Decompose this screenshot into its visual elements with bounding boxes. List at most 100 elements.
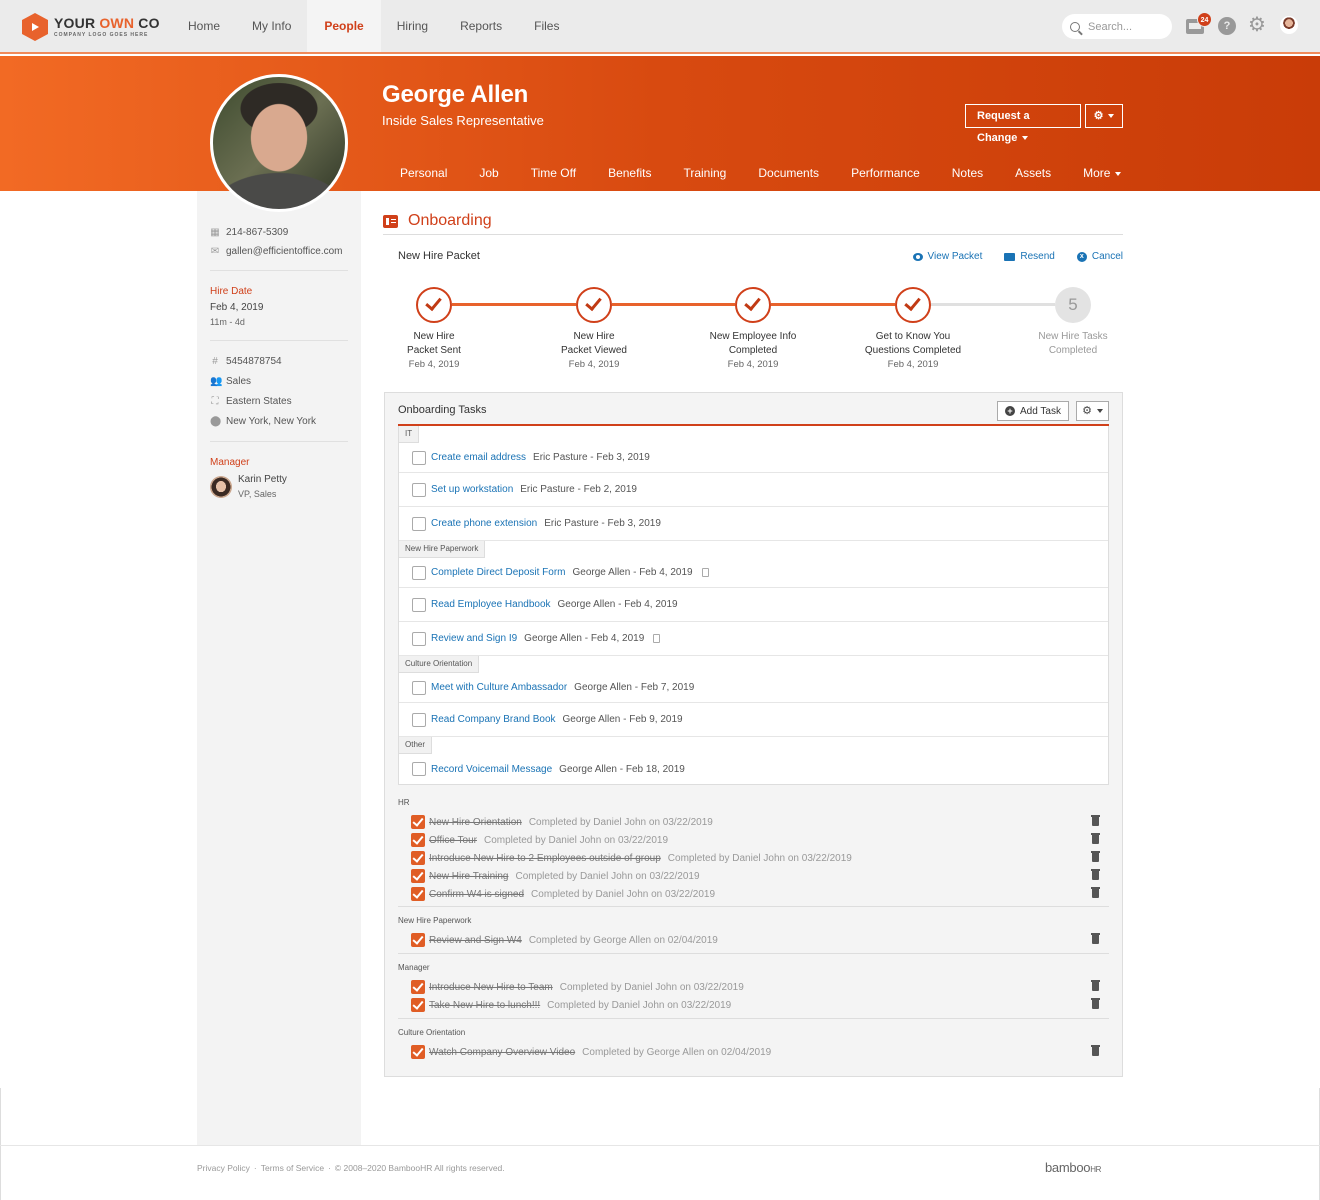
search-box[interactable] bbox=[1062, 14, 1172, 39]
chevron-down-icon bbox=[1108, 114, 1115, 119]
email-address[interactable]: gallen@efficientoffice.com bbox=[226, 246, 343, 257]
step-date: Feb 4, 2019 bbox=[887, 359, 939, 370]
company-logo[interactable]: YOUR OWN CO COMPANY LOGO GOES HERE bbox=[22, 13, 160, 41]
trash-icon[interactable] bbox=[1091, 833, 1100, 844]
checked-checkbox[interactable] bbox=[411, 980, 425, 994]
task-checkbox[interactable] bbox=[412, 680, 426, 695]
checked-checkbox[interactable] bbox=[411, 851, 425, 865]
nav-link-people[interactable]: People bbox=[307, 0, 381, 52]
task-checkbox[interactable] bbox=[412, 597, 426, 612]
trash-icon[interactable] bbox=[1091, 869, 1100, 880]
trash-icon[interactable] bbox=[1091, 933, 1100, 944]
request-change-button[interactable]: Request a Change bbox=[965, 104, 1081, 144]
completed-task-row: Confirm W4 is signed Completed by Daniel … bbox=[398, 885, 1109, 903]
tasks-settings-button[interactable]: ⚙ bbox=[1076, 401, 1109, 421]
task-link[interactable]: Meet with Culture Ambassador bbox=[431, 682, 567, 693]
search-input[interactable] bbox=[1088, 20, 1168, 33]
trash-icon[interactable] bbox=[1091, 887, 1100, 898]
tab-assets[interactable]: Assets bbox=[999, 162, 1067, 184]
tab-personal[interactable]: Personal bbox=[384, 162, 463, 184]
privacy-policy-link[interactable]: Privacy Policy bbox=[197, 1163, 250, 1173]
step-connector bbox=[452, 303, 576, 306]
user-avatar[interactable] bbox=[1280, 16, 1298, 34]
checkmark-icon bbox=[904, 293, 921, 312]
task-checkbox[interactable] bbox=[412, 565, 426, 580]
task-checkbox[interactable] bbox=[412, 712, 426, 727]
task-category-tag: IT bbox=[399, 426, 420, 443]
tab-more[interactable]: More bbox=[1067, 162, 1137, 184]
trash-icon[interactable] bbox=[1091, 1045, 1100, 1056]
tab-notes[interactable]: Notes bbox=[936, 162, 999, 184]
tab-job[interactable]: Job bbox=[463, 162, 514, 184]
view-packet-link[interactable]: View Packet bbox=[912, 251, 982, 262]
nav-link-hiring[interactable]: Hiring bbox=[381, 0, 444, 52]
trash-icon[interactable] bbox=[1091, 980, 1100, 991]
task-row: Create email address Eric Pasture - Feb 3… bbox=[399, 443, 1108, 473]
checked-checkbox[interactable] bbox=[411, 833, 425, 847]
manager-avatar[interactable] bbox=[210, 476, 232, 498]
nav-link-my-info[interactable]: My Info bbox=[236, 0, 307, 52]
onboarding-badge-icon bbox=[383, 214, 398, 228]
task-link[interactable]: Read Company Brand Book bbox=[431, 714, 556, 725]
map-pin-icon: ⬤ bbox=[210, 415, 222, 427]
cancel-link[interactable]: x Cancel bbox=[1076, 251, 1123, 262]
terms-of-service-link[interactable]: Terms of Service bbox=[261, 1163, 324, 1173]
resend-link[interactable]: Resend bbox=[1004, 251, 1055, 262]
tab-performance[interactable]: Performance bbox=[835, 162, 936, 184]
trash-icon[interactable] bbox=[1091, 998, 1100, 1009]
checked-checkbox[interactable] bbox=[411, 933, 425, 947]
nav-link-home[interactable]: Home bbox=[172, 0, 236, 52]
document-icon[interactable] bbox=[653, 634, 661, 643]
step-title-line1: New Hire bbox=[413, 331, 455, 342]
task-row: Create phone extension Eric Pasture - Feb… bbox=[399, 507, 1108, 541]
completed-task-row: Introduce New Hire to 2 Employees outsid… bbox=[398, 849, 1109, 867]
task-checkbox[interactable] bbox=[412, 762, 426, 776]
employee-settings-button[interactable]: ⚙ bbox=[1085, 104, 1123, 128]
add-task-button[interactable]: + Add Task bbox=[997, 401, 1069, 421]
help-icon[interactable]: ? bbox=[1218, 17, 1236, 35]
employee-tabs: Personal Job Time Off Benefits Training Docum… bbox=[384, 162, 1137, 184]
department: Sales bbox=[226, 376, 252, 387]
task-link[interactable]: Create email address bbox=[431, 452, 526, 463]
checked-checkbox[interactable] bbox=[411, 815, 425, 829]
task-checkbox[interactable] bbox=[412, 450, 426, 465]
tab-benefits[interactable]: Benefits bbox=[592, 162, 667, 184]
hire-date-label: Hire Date bbox=[210, 286, 253, 297]
nav-link-reports[interactable]: Reports bbox=[444, 0, 518, 52]
checked-checkbox[interactable] bbox=[411, 887, 425, 901]
completed-by-meta: Completed by George Allen on 02/04/2019 bbox=[528, 934, 718, 946]
task-row: Read Company Brand Book George Allen - Fe… bbox=[399, 703, 1108, 737]
task-assignee-due: Eric Pasture - Feb 3, 2019 bbox=[544, 518, 661, 529]
task-checkbox[interactable] bbox=[412, 631, 426, 646]
task-link[interactable]: Read Employee Handbook bbox=[431, 599, 551, 610]
checked-checkbox[interactable] bbox=[411, 998, 425, 1012]
completed-task-row: Review and Sign W4 Completed by George Al… bbox=[398, 931, 1109, 949]
task-link[interactable]: Review and Sign I9 bbox=[431, 633, 517, 644]
document-icon[interactable] bbox=[701, 568, 709, 577]
phone-number[interactable]: 214-867-5309 bbox=[226, 227, 288, 238]
email-row: ✉ gallen@efficientoffice.com bbox=[210, 246, 343, 257]
checked-checkbox[interactable] bbox=[411, 869, 425, 883]
manager-name[interactable]: Karin Petty bbox=[238, 474, 287, 485]
nav-link-files[interactable]: Files bbox=[518, 0, 575, 52]
trash-icon[interactable] bbox=[1091, 851, 1100, 862]
task-link[interactable]: Create phone extension bbox=[431, 518, 537, 529]
completed-task-name: New Hire Training bbox=[429, 870, 509, 882]
tab-documents[interactable]: Documents bbox=[742, 162, 835, 184]
task-link[interactable]: Record Voicemail Message bbox=[431, 764, 552, 775]
search-icon bbox=[1070, 21, 1080, 32]
task-link[interactable]: Set up workstation bbox=[431, 484, 513, 495]
completed-task-row: Watch Company Overview Video Completed by… bbox=[398, 1043, 1109, 1061]
settings-gear-icon[interactable]: ⚙ bbox=[1248, 15, 1266, 35]
trash-icon[interactable] bbox=[1091, 815, 1100, 826]
task-checkbox[interactable] bbox=[412, 482, 426, 497]
task-checkbox[interactable] bbox=[412, 516, 426, 531]
checked-checkbox[interactable] bbox=[411, 1045, 425, 1059]
plus-circle-icon: + bbox=[1005, 406, 1016, 416]
task-link[interactable]: Complete Direct Deposit Form bbox=[431, 567, 565, 578]
packet-actions: View Packet Resend x Cancel bbox=[912, 251, 1123, 262]
envelope-icon: ✉ bbox=[210, 245, 220, 257]
tab-time-off[interactable]: Time Off bbox=[515, 162, 592, 184]
tab-training[interactable]: Training bbox=[667, 162, 742, 184]
step-complete-check-icon bbox=[416, 287, 452, 323]
